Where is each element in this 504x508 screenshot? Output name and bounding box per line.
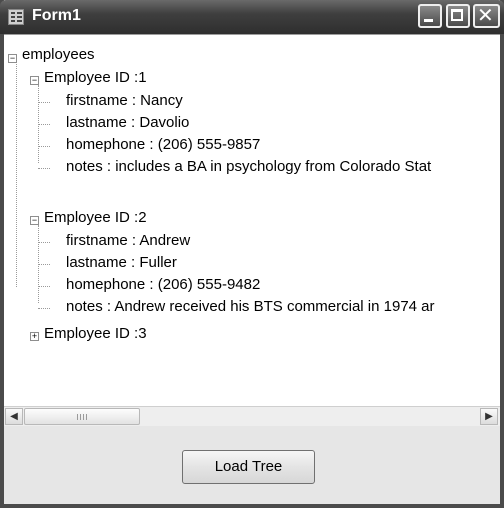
maximize-icon bbox=[451, 9, 463, 21]
scrollbar-thumb[interactable] bbox=[24, 408, 140, 425]
tree-node-root[interactable]: employees bbox=[22, 44, 95, 66]
tree-guide-line bbox=[38, 102, 50, 103]
tree-guide-line bbox=[38, 308, 50, 309]
collapse-icon[interactable]: − bbox=[8, 54, 17, 63]
tree-node-employee[interactable]: Employee ID :3 bbox=[44, 323, 147, 345]
minimize-icon bbox=[424, 19, 433, 22]
scroll-right-icon[interactable]: ▶ bbox=[480, 408, 498, 425]
tree-node-field[interactable]: homephone : (206) 555-9857 bbox=[66, 134, 260, 156]
tree-guide-line bbox=[38, 146, 50, 147]
tree-node-field[interactable]: firstname : Andrew bbox=[66, 230, 190, 252]
grip-icon bbox=[77, 414, 87, 420]
tree-node-field[interactable]: notes : Andrew received his BTS commerci… bbox=[66, 296, 435, 318]
horizontal-scrollbar[interactable]: ◀ ▶ bbox=[4, 406, 500, 426]
tree-guide-line bbox=[38, 242, 50, 243]
tree-guide-line bbox=[16, 57, 17, 287]
maximize-button[interactable] bbox=[446, 4, 470, 28]
scroll-left-icon[interactable]: ◀ bbox=[5, 408, 23, 425]
tree-node-field[interactable]: firstname : Nancy bbox=[66, 90, 183, 112]
tree-node-employee[interactable]: Employee ID :2 bbox=[44, 207, 147, 229]
collapse-icon[interactable]: − bbox=[30, 216, 39, 225]
tree-node-field[interactable]: homephone : (206) 555-9482 bbox=[66, 274, 260, 296]
window-title: Form1 bbox=[32, 7, 81, 24]
minimize-button[interactable] bbox=[418, 4, 442, 28]
tree-node-field[interactable]: lastname : Davolio bbox=[66, 112, 189, 134]
close-icon: ✕ bbox=[477, 5, 494, 27]
tree-guide-line bbox=[38, 124, 50, 125]
form-icon bbox=[8, 9, 24, 25]
button-panel: Load Tree bbox=[4, 426, 500, 504]
close-button[interactable]: ✕ bbox=[473, 4, 500, 28]
employees-tree-view[interactable]: − employees − Employee ID :1 firstname :… bbox=[4, 34, 500, 426]
tree-node-field[interactable]: lastname : Fuller bbox=[66, 252, 177, 274]
tree-node-field[interactable]: notes : includes a BA in psychology from… bbox=[66, 156, 431, 178]
expand-icon[interactable]: + bbox=[30, 332, 39, 341]
tree-guide-line bbox=[38, 168, 50, 169]
tree-guide-line bbox=[38, 264, 50, 265]
title-bar[interactable]: Form1 ✕ bbox=[0, 0, 504, 34]
tree-guide-line bbox=[38, 286, 50, 287]
collapse-icon[interactable]: − bbox=[30, 76, 39, 85]
load-tree-button[interactable]: Load Tree bbox=[182, 450, 315, 484]
tree-node-employee[interactable]: Employee ID :1 bbox=[44, 67, 147, 89]
